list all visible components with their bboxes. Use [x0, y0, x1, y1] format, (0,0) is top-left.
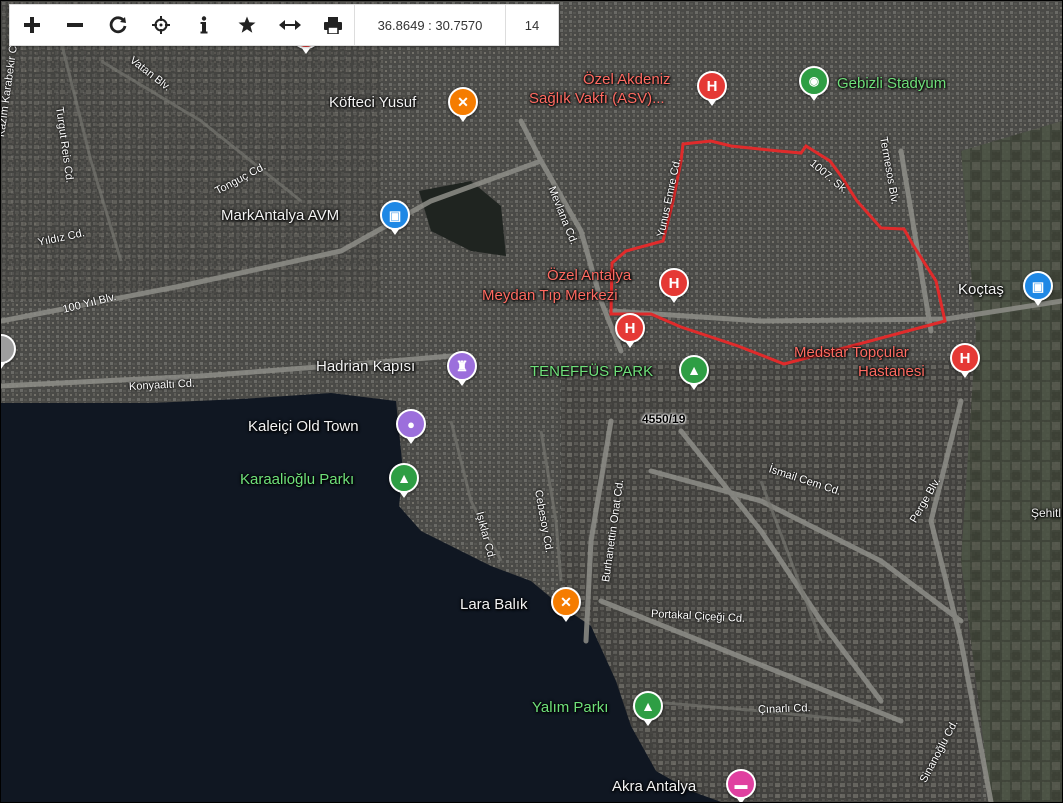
tree-icon: ▲ [687, 362, 701, 378]
bed-icon: ▬ [734, 776, 748, 792]
shopping-pin[interactable]: ▣ [1023, 271, 1053, 306]
park-pin[interactable]: ▲ [389, 463, 419, 498]
fork-knife-icon: ✕ [560, 594, 572, 610]
shopping-bag-icon: ▣ [388, 207, 402, 223]
hospital-pin[interactable]: H [697, 71, 727, 106]
zoom-out-button[interactable] [53, 5, 96, 45]
hospital-icon: H [706, 77, 718, 95]
landmark-pin[interactable]: ♜ [447, 351, 477, 386]
measure-button[interactable] [268, 5, 311, 45]
parcel-label: 4550/19 [642, 412, 686, 426]
place-label: Medstar Topçular [794, 344, 909, 361]
place-label: Akra Antalya [612, 778, 697, 795]
place-label: Hastanesi [858, 363, 925, 380]
restaurant-pin[interactable]: ✕ [551, 587, 581, 622]
shopping-bag-icon: ▣ [1031, 278, 1045, 294]
place-label: Lara Balık [460, 596, 528, 613]
place-label: MarkAntalya AVM [221, 207, 340, 224]
crosshair-icon [151, 16, 170, 34]
place-label: Karaalioğlu Parkı [240, 471, 355, 488]
place-label: TENEFFÜS PARK [530, 363, 654, 380]
park-pin[interactable]: ▲ [679, 355, 709, 390]
printer-icon [323, 16, 342, 34]
fork-knife-icon: ✕ [457, 94, 469, 110]
place-label: Gebizli Stadyum [837, 75, 947, 92]
place-label: Kaleiçi Old Town [248, 418, 359, 435]
castle-icon: ♜ [455, 358, 469, 374]
hospital-icon: H [624, 319, 636, 337]
camera-icon: ● [407, 416, 415, 432]
stadium-pin[interactable]: ◉ [799, 66, 829, 101]
zoom-in-button[interactable] [10, 5, 53, 45]
star-icon [238, 16, 255, 33]
print-button[interactable] [311, 5, 354, 45]
tree-icon: ▲ [397, 470, 411, 486]
shopping-pin[interactable]: ▣ [380, 200, 410, 235]
coordinate-readout: 36.8649 : 30.7570 [354, 5, 505, 45]
satellite-map[interactable]: 36.8649 : 30.7570 14 Vatan Blv. Turgut R… [0, 0, 1063, 803]
stadium-icon: ◉ [808, 74, 820, 88]
park-pin[interactable]: ▲ [633, 691, 663, 726]
favorite-button[interactable] [225, 5, 268, 45]
hospital-pin[interactable]: H [659, 268, 689, 303]
hospital-icon: H [668, 274, 680, 292]
hospital-icon: H [959, 349, 971, 367]
place-label: Şehitl [1031, 506, 1062, 520]
street-label: Çınarlı Cd. [757, 702, 811, 716]
hospital-pin[interactable]: H [615, 313, 645, 348]
tree-icon: ▲ [641, 698, 655, 714]
place-label: Sağlık Vakfı (ASV)... [529, 90, 665, 107]
minus-icon [66, 23, 83, 27]
refresh-button[interactable] [96, 5, 139, 45]
place-label: Yalım Parkı [532, 699, 609, 716]
map-base-layer [1, 1, 1062, 802]
map-toolbar: 36.8649 : 30.7570 14 [9, 4, 559, 46]
place-label: Özel Akdeniz [583, 71, 671, 88]
info-button[interactable] [182, 5, 225, 45]
zoom-level-display: 14 [505, 5, 558, 45]
hospital-pin[interactable]: H [950, 343, 980, 378]
camera-pin[interactable]: ● [396, 409, 426, 444]
info-icon [200, 16, 207, 34]
place-label: Köfteci Yusuf [329, 94, 417, 111]
locate-button[interactable] [139, 5, 182, 45]
place-label: Meydan Tıp Merkezi [482, 287, 618, 304]
restaurant-pin[interactable]: ✕ [448, 87, 478, 122]
arrows-horizontal-icon [278, 20, 301, 30]
refresh-icon [109, 16, 126, 34]
place-label: Koçtaş [958, 281, 1004, 298]
place-label: Hadrian Kapısı [316, 358, 416, 375]
plus-icon [23, 17, 40, 33]
hotel-pin[interactable]: ▬ [726, 769, 756, 802]
place-label: Özel Antalya [547, 267, 632, 284]
